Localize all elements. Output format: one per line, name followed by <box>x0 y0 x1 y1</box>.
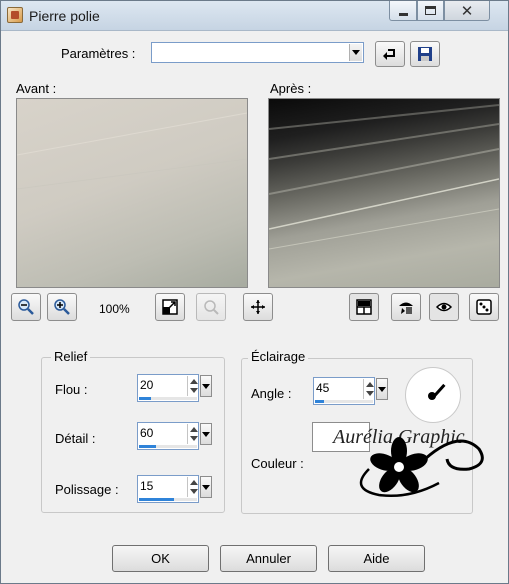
after-preview[interactable] <box>268 98 500 288</box>
chevron-down-icon[interactable] <box>349 44 362 61</box>
cancel-button[interactable]: Annuler <box>220 545 317 572</box>
polish-slider-fill <box>139 498 174 501</box>
before-preview[interactable] <box>16 98 248 288</box>
polish-value: 15 <box>140 479 154 493</box>
spin-up-icon[interactable] <box>366 382 374 387</box>
pan-button[interactable] <box>243 293 273 321</box>
presets-combo[interactable] <box>151 42 364 63</box>
blur-input[interactable]: 20 <box>137 374 199 402</box>
angle-menu-button[interactable] <box>376 378 388 400</box>
minimize-button[interactable] <box>389 1 417 21</box>
before-label: Avant : <box>16 81 57 96</box>
spin-up-icon[interactable] <box>190 427 198 432</box>
polish-input[interactable]: 15 <box>137 475 199 503</box>
layout-button[interactable] <box>349 293 379 321</box>
spin-down-icon[interactable] <box>190 436 198 441</box>
maximize-button[interactable] <box>417 1 444 21</box>
color-label: Couleur : <box>251 456 304 471</box>
help-button[interactable]: Aide <box>328 545 425 572</box>
app-icon <box>7 7 23 23</box>
zoom-to-fit-button[interactable] <box>155 293 185 321</box>
spin-up-icon[interactable] <box>190 480 198 485</box>
spin-arrows[interactable] <box>187 424 199 444</box>
polish-label: Polissage : <box>55 482 119 497</box>
eye-open-icon <box>435 302 453 312</box>
spin-down-icon[interactable] <box>190 489 198 494</box>
move-arrows-icon <box>251 300 265 314</box>
randomize-dice-button[interactable] <box>469 293 499 321</box>
before-preview-image <box>16 112 248 190</box>
spin-down-icon[interactable] <box>190 388 198 393</box>
spin-arrows[interactable] <box>187 376 199 396</box>
detail-label: Détail : <box>55 431 96 446</box>
zoom-out-icon <box>18 299 34 315</box>
reset-icon <box>383 49 395 60</box>
angle-dial-knob <box>428 392 436 400</box>
angle-input[interactable]: 45 <box>313 377 375 405</box>
maximize-icon <box>425 6 436 15</box>
zoom-in-button[interactable] <box>47 293 77 321</box>
spin-arrows[interactable] <box>187 477 199 497</box>
after-preview-image <box>269 104 499 250</box>
zoom-in-icon <box>54 299 70 315</box>
watermark: Aurélia Graphic <box>331 426 484 497</box>
minimize-icon <box>398 13 408 16</box>
presets-label: Paramètres : <box>61 46 136 61</box>
title-bar[interactable]: Pierre polie ✕ <box>1 1 508 31</box>
zoom-level: 100% <box>99 302 130 316</box>
ok-button[interactable]: OK <box>112 545 209 572</box>
angle-spinner[interactable]: 45 <box>313 377 389 405</box>
close-button[interactable]: ✕ <box>444 1 490 21</box>
angle-dial[interactable] <box>405 367 461 423</box>
spin-arrows[interactable] <box>363 379 375 399</box>
spin-up-icon[interactable] <box>190 379 198 384</box>
angle-slider-fill <box>315 400 324 403</box>
polish-menu-button[interactable] <box>200 476 212 498</box>
detail-spinner[interactable]: 60 <box>137 422 213 450</box>
polish-spinner[interactable]: 15 <box>137 475 213 503</box>
save-icon <box>418 47 432 61</box>
detail-menu-button[interactable] <box>200 423 212 445</box>
close-icon: ✕ <box>460 2 474 20</box>
after-label: Après : <box>270 81 312 96</box>
spin-down-icon[interactable] <box>366 391 374 396</box>
detail-input[interactable]: 60 <box>137 422 199 450</box>
angle-slider[interactable] <box>315 400 373 403</box>
preview-toggle-button[interactable] <box>429 293 459 321</box>
eye-icon <box>399 302 413 314</box>
angle-label: Angle : <box>251 386 292 401</box>
reset-button[interactable] <box>375 41 405 67</box>
detail-value: 60 <box>140 426 154 440</box>
filter-dialog: Pierre polie ✕ Paramètres : Avant : Aprè… <box>0 0 509 584</box>
blur-spinner[interactable]: 20 <box>137 374 213 402</box>
detail-slider[interactable] <box>139 445 197 448</box>
layout-icon <box>356 299 372 315</box>
proof-button[interactable] <box>196 293 226 321</box>
magnifier-icon <box>204 300 219 315</box>
lighting-title: Éclairage <box>248 349 309 364</box>
detail-slider-fill <box>139 445 157 448</box>
blur-menu-button[interactable] <box>200 375 212 397</box>
relief-title: Relief <box>51 349 91 364</box>
zoom-to-fit-icon <box>162 299 178 315</box>
window-title: Pierre polie <box>29 8 100 24</box>
polish-slider[interactable] <box>139 498 197 501</box>
randomize-button[interactable] <box>391 293 421 321</box>
blur-slider[interactable] <box>139 397 197 400</box>
blur-value: 20 <box>140 378 154 392</box>
save-preset-button[interactable] <box>410 41 440 67</box>
zoom-out-button[interactable] <box>11 293 41 321</box>
dice-icon <box>476 299 492 315</box>
blur-slider-fill <box>139 397 151 400</box>
blur-label: Flou : <box>55 382 88 397</box>
angle-value: 45 <box>316 381 330 395</box>
